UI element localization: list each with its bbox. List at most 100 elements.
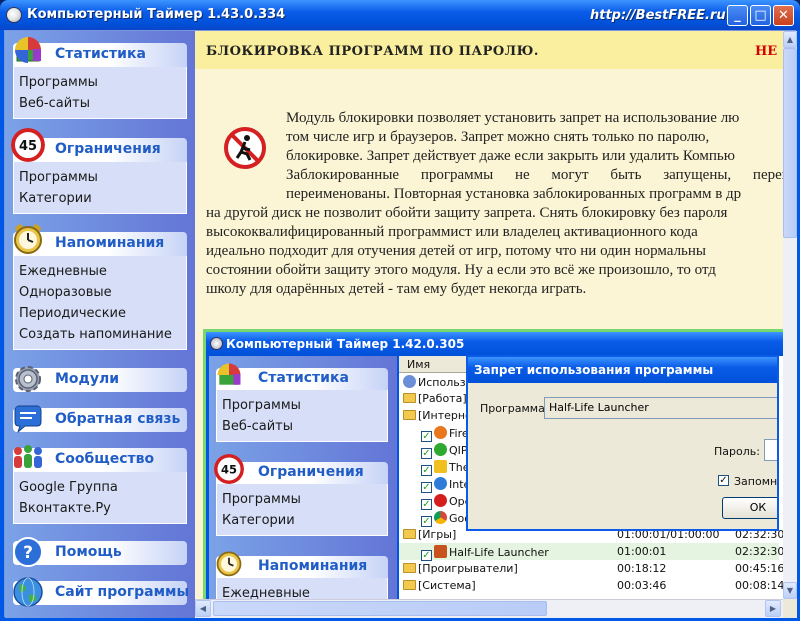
sidebar-header-help[interactable]: ? Помощь — [13, 537, 187, 567]
sidebar-header-modules[interactable]: Модули — [13, 366, 187, 392]
maximize-icon: □ — [754, 8, 767, 23]
title-bar[interactable]: Компьютерный Таймер 1.43.0.334 http://Be… — [0, 0, 800, 30]
sidebar-header-feedback[interactable]: Обратная связь — [13, 405, 187, 434]
paragraph-line: на другой диск не позволит обойти защиту… — [206, 205, 728, 221]
half-life-icon — [434, 545, 447, 558]
sidebar-item-categories[interactable]: Категории — [19, 188, 186, 209]
horizontal-scrollbar[interactable]: ◀ ▶ — [195, 599, 783, 618]
sidebar-item-google-group[interactable]: Google Группа — [19, 477, 186, 498]
embedded-window-title: Компьютерный Таймер 1.42.0.305 — [226, 337, 465, 351]
sidebar-title-website: Сайт программы — [55, 584, 190, 600]
vertical-scroll-thumb[interactable] — [783, 48, 797, 238]
embedded-sidebar: Статистика Программы Веб-сайты 45 Ограни… — [209, 356, 397, 599]
paragraph-line: высококвалифицированный программист или … — [206, 224, 698, 240]
sidebar-item-onetime[interactable]: Одноразовые — [19, 282, 186, 303]
dialog-title-bar: Запрет использования программы — [468, 357, 777, 383]
dialog-title: Запрет использования программы — [474, 363, 714, 377]
alarm-clock-icon — [216, 551, 242, 577]
sidebar-body-statistics: Программы Веб-сайты — [13, 67, 187, 119]
sidebar-header-limits[interactable]: 45 Ограничения — [11, 128, 187, 162]
program-label: Программа: — [480, 402, 549, 415]
sidebar-item-programs[interactable]: Программы — [19, 72, 186, 93]
vertical-scrollbar[interactable]: ▲ ▼ — [783, 31, 797, 599]
sidebar-item-daily[interactable]: Ежедневные — [19, 261, 186, 282]
sidebar-item-create-reminder[interactable]: Создать напоминание — [19, 324, 186, 345]
sidebar-title-feedback: Обратная связь — [55, 411, 181, 427]
horizontal-scroll-thumb[interactable] — [213, 601, 547, 616]
sidebar-item-periodic[interactable]: Периодические — [19, 303, 186, 324]
scroll-right-button[interactable]: ▶ — [765, 600, 781, 617]
embedded-body-statistics: Программы Веб-сайты — [216, 390, 388, 442]
table-row: [Проигрыватели] 00:18:12 00:45:16 — [399, 560, 783, 577]
embedded-header-reminders: Напоминания — [216, 551, 388, 578]
block-program-dialog: Запрет использования программы Программа… — [466, 355, 779, 531]
qip-icon — [434, 443, 447, 456]
embedded-item-categories: Категории — [222, 513, 295, 528]
folder-icon — [403, 393, 416, 403]
paragraph-line: состоянии обойти защиту этого модуля. Ну… — [206, 262, 716, 278]
sidebar-item-limit-programs[interactable]: Программы — [19, 167, 186, 188]
embedded-limit-badge: 45 — [221, 462, 237, 476]
app-clock-icon — [6, 7, 22, 23]
page-title: БЛОКИРОВКА ПРОГРАММ ПО ПАРОЛЮ. — [206, 44, 539, 59]
row-time-total: 00:08:14 — [735, 579, 783, 592]
folder-icon — [403, 410, 416, 420]
scroll-left-button[interactable]: ◀ — [195, 600, 211, 617]
sidebar-header-website[interactable]: Сайт программы — [13, 577, 190, 607]
sidebar-title-help: Помощь — [55, 544, 122, 560]
paragraph-line: переименованы. Повторная установка забло… — [286, 186, 742, 202]
embedded-title-bar: Компьютерный Таймер 1.42.0.305 — [206, 332, 783, 356]
warning-text: НЕ — [755, 44, 778, 59]
scroll-up-button[interactable]: ▲ — [783, 31, 797, 48]
pie-chart-icon — [15, 37, 41, 63]
sidebar-group-reminders: Напоминания Ежедневные Одноразовые Перио… — [13, 224, 187, 350]
sidebar-title-limits: Ограничения — [55, 141, 161, 157]
sidebar-header-statistics[interactable]: Статистика — [13, 37, 187, 67]
sidebar-title-community: Сообщество — [55, 451, 155, 467]
sidebar-group-community: Сообщество Google Группа Вконтакте.Ру — [13, 445, 187, 524]
help-question-icon: ? — [13, 537, 43, 567]
password-field — [764, 439, 777, 461]
paragraph-line: Заблокированные программы не могут быть … — [206, 166, 783, 185]
firefox-icon — [434, 426, 447, 439]
embedded-item-limit-programs: Программы — [222, 492, 301, 507]
row-name: [Игры] — [418, 528, 457, 541]
speed-limit-45-icon: 45 — [11, 128, 45, 162]
row-name: [Интерне — [418, 409, 472, 422]
chrome-icon — [434, 511, 447, 524]
internet-explorer-icon — [434, 477, 447, 490]
folder-icon — [403, 563, 416, 573]
table-row: ✓ Half-Life Launcher 01:00:01 02:32:30 — [399, 543, 783, 561]
row-name: Half-Life Launcher — [449, 546, 549, 559]
maximize-button[interactable]: □ — [750, 5, 771, 26]
limit-badge-text: 45 — [19, 139, 37, 154]
close-button[interactable]: ✕ — [773, 5, 794, 26]
sidebar-body-community: Google Группа Вконтакте.Ру — [13, 472, 187, 524]
folder-icon — [403, 580, 416, 590]
row-time-limit: 00:18:12 — [617, 562, 667, 575]
sidebar-header-reminders[interactable]: Напоминания — [13, 224, 187, 256]
sidebar-item-websites[interactable]: Веб-сайты — [19, 93, 186, 114]
remember-checkbox: ✓ — [718, 475, 729, 486]
embedded-item-websites: Веб-сайты — [222, 419, 294, 434]
client-area: Статистика Программы Веб-сайты 45 Ограни… — [4, 30, 797, 618]
paragraph-line: Модуль блокировки позволяет установить з… — [286, 110, 740, 126]
minimize-button[interactable]: _ — [727, 5, 748, 26]
row-time-limit: 01:00:01 — [617, 545, 667, 558]
sidebar-header-community[interactable]: Сообщество — [13, 445, 187, 472]
list-header-name: Имя — [407, 358, 431, 371]
sidebar-group-limits: 45 Ограничения Программы Категории — [11, 128, 187, 214]
sidebar-body-reminders: Ежедневные Одноразовые Периодические Соз… — [13, 256, 187, 350]
sidebar-title-modules: Модули — [55, 371, 120, 387]
window-title: Компьютерный Таймер 1.43.0.334 — [27, 7, 286, 22]
gear-icon — [15, 366, 41, 392]
scroll-down-button[interactable]: ▼ — [783, 582, 797, 599]
description-text: Модуль блокировки позволяет установить з… — [206, 109, 783, 299]
minimize-icon: _ — [734, 8, 741, 23]
sidebar-group-statistics: Статистика Программы Веб-сайты — [13, 37, 187, 119]
embedded-body-reminders: Ежедневные — [216, 578, 388, 599]
bat-icon — [434, 460, 447, 473]
people-icon — [14, 445, 42, 468]
row-name: Использо — [418, 376, 473, 389]
sidebar-item-vkontakte[interactable]: Вконтакте.Ру — [19, 498, 186, 519]
